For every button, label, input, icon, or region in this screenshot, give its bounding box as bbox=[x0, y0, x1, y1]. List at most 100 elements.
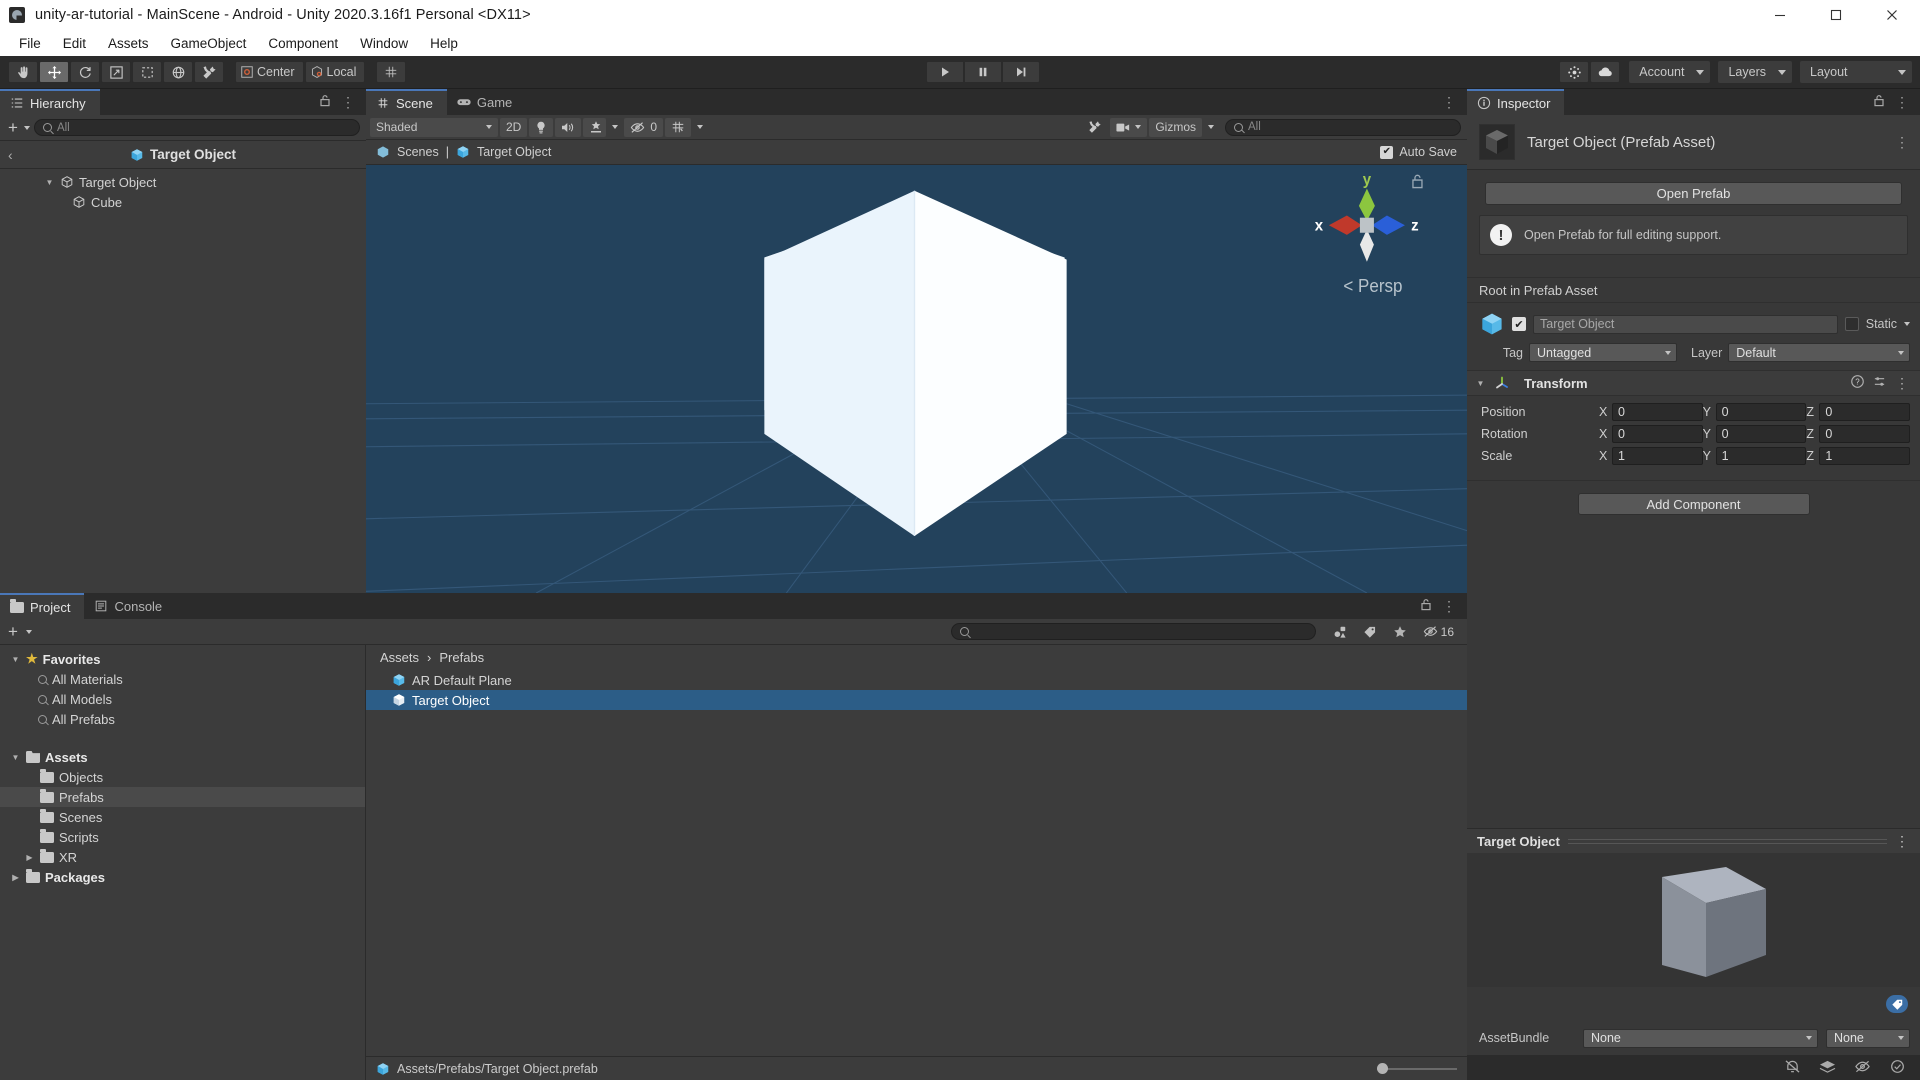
hierarchy-lock-icon[interactable] bbox=[319, 94, 331, 110]
open-prefab-button[interactable]: Open Prefab bbox=[1485, 182, 1902, 205]
project-lock-icon[interactable] bbox=[1420, 598, 1432, 614]
project-tree-scenes[interactable]: Scenes bbox=[0, 807, 365, 827]
assetbundle-variant-dropdown[interactable]: None bbox=[1826, 1028, 1910, 1048]
scene-grid-dropdown[interactable] bbox=[693, 118, 707, 137]
debug-mute-icon[interactable] bbox=[1784, 1059, 1801, 1077]
account-dropdown[interactable]: Account bbox=[1629, 61, 1711, 83]
menu-edit[interactable]: Edit bbox=[52, 33, 97, 54]
scene-search-input[interactable]: All bbox=[1225, 118, 1461, 136]
add-component-button[interactable]: Add Component bbox=[1577, 493, 1810, 515]
breadcrumb-target-object[interactable]: Target Object bbox=[477, 145, 551, 159]
project-tree-scripts[interactable]: Scripts bbox=[0, 827, 365, 847]
prefab-cube-icon[interactable] bbox=[1479, 311, 1505, 337]
scale-tool-button[interactable] bbox=[101, 61, 131, 83]
scene-gizmos-dropdown[interactable] bbox=[1204, 118, 1218, 137]
menu-help[interactable]: Help bbox=[419, 33, 469, 54]
scene-grid-toggle[interactable] bbox=[665, 117, 692, 137]
project-crumb-prefabs[interactable]: Prefabs bbox=[439, 650, 484, 665]
chevron-down-icon[interactable]: ▼ bbox=[10, 753, 21, 762]
tab-hierarchy[interactable]: Hierarchy bbox=[0, 89, 100, 115]
grid-snap-button[interactable] bbox=[376, 61, 407, 83]
hierarchy-item-target-object[interactable]: ▼ Target Object bbox=[0, 172, 366, 192]
chevron-down-icon[interactable] bbox=[1904, 322, 1910, 326]
scene-menu-icon[interactable]: ⋮ bbox=[1442, 95, 1457, 109]
scene-gizmos-toggle[interactable]: Gizmos bbox=[1149, 117, 1202, 137]
position-y-field[interactable]: 0 bbox=[1715, 403, 1807, 421]
menu-file[interactable]: File bbox=[8, 33, 52, 54]
hierarchy-item-cube[interactable]: Cube bbox=[0, 192, 366, 212]
scene-2d-toggle[interactable]: 2D bbox=[500, 117, 528, 137]
pivot-mode-button[interactable]: Center bbox=[235, 61, 304, 83]
tag-dropdown[interactable]: Untagged bbox=[1529, 343, 1677, 362]
static-checkbox[interactable] bbox=[1844, 317, 1859, 331]
project-tree-xr[interactable]: ▶ XR bbox=[0, 847, 365, 867]
cloud-icon[interactable] bbox=[1590, 61, 1621, 83]
position-z-field[interactable]: 0 bbox=[1819, 403, 1911, 421]
debug-layers-icon[interactable] bbox=[1819, 1059, 1836, 1077]
gameobject-name-field[interactable]: Target Object bbox=[1533, 314, 1838, 334]
project-zoom-slider[interactable] bbox=[1377, 1063, 1457, 1075]
project-tree-favorites[interactable]: ▼ ★ Favorites bbox=[0, 649, 365, 669]
chevron-right-icon[interactable]: ▶ bbox=[10, 873, 21, 882]
project-visible-count[interactable]: 16 bbox=[1417, 622, 1460, 641]
auto-save-toggle[interactable]: ✔ Auto Save bbox=[1380, 145, 1457, 159]
chevron-down-icon[interactable] bbox=[23, 125, 30, 130]
scale-z-field[interactable]: 1 bbox=[1819, 447, 1911, 465]
scale-x-field[interactable]: 1 bbox=[1612, 447, 1703, 465]
breadcrumb-scenes[interactable]: Scenes bbox=[397, 145, 439, 159]
project-search-input[interactable] bbox=[950, 623, 1316, 640]
debug-eye-off-icon[interactable] bbox=[1854, 1059, 1871, 1077]
gameobject-enabled-checkbox[interactable]: ✔ bbox=[1512, 317, 1526, 331]
project-filter-type-icon[interactable] bbox=[1327, 622, 1353, 641]
chevron-down-icon[interactable]: ▼ bbox=[44, 178, 55, 187]
debug-check-icon[interactable] bbox=[1889, 1059, 1906, 1077]
inspector-lock-icon[interactable] bbox=[1873, 94, 1885, 110]
services-icon[interactable] bbox=[1559, 61, 1590, 83]
project-tree-objects[interactable]: Objects bbox=[0, 767, 365, 787]
tab-project[interactable]: Project bbox=[0, 593, 85, 619]
tab-scene[interactable]: Scene bbox=[366, 89, 447, 115]
tab-console[interactable]: Console bbox=[84, 593, 176, 619]
close-button[interactable] bbox=[1864, 0, 1920, 30]
rotation-z-field[interactable]: 0 bbox=[1819, 425, 1911, 443]
play-button[interactable] bbox=[926, 61, 965, 83]
scene-tools-icon[interactable] bbox=[1082, 118, 1108, 137]
hand-tool-button[interactable] bbox=[8, 61, 38, 83]
rect-tool-button[interactable] bbox=[132, 61, 162, 83]
maximize-button[interactable] bbox=[1808, 0, 1864, 30]
chevron-down-icon[interactable]: ▼ bbox=[1475, 379, 1486, 388]
scene-lighting-toggle[interactable] bbox=[529, 117, 554, 137]
rotate-tool-button[interactable] bbox=[70, 61, 100, 83]
menu-component[interactable]: Component bbox=[257, 33, 349, 54]
project-tree-all-materials[interactable]: All Materials bbox=[0, 669, 365, 689]
chevron-down-icon[interactable] bbox=[25, 629, 32, 634]
preview-menu-icon[interactable]: ⋮ bbox=[1895, 834, 1910, 848]
minimize-button[interactable] bbox=[1752, 0, 1808, 30]
scene-camera-settings[interactable] bbox=[1110, 117, 1148, 137]
menu-gameobject[interactable]: GameObject bbox=[160, 33, 258, 54]
asset-item-ar-default-plane[interactable]: AR Default Plane bbox=[366, 670, 1467, 690]
custom-tool-button[interactable] bbox=[194, 61, 224, 83]
scene-effects-toggle[interactable] bbox=[583, 117, 607, 137]
pause-button[interactable] bbox=[964, 61, 1003, 83]
project-tree-prefabs[interactable]: Prefabs bbox=[0, 787, 365, 807]
project-add-icon[interactable]: + bbox=[6, 623, 20, 640]
layer-dropdown[interactable]: Default bbox=[1728, 343, 1910, 362]
help-icon[interactable]: ? bbox=[1851, 375, 1864, 391]
step-button[interactable] bbox=[1002, 61, 1041, 83]
scene-draw-mode-dropdown[interactable]: Shaded bbox=[370, 117, 498, 137]
project-tree-packages[interactable]: ▶ Packages bbox=[0, 867, 365, 887]
asset-item-target-object[interactable]: Target Object bbox=[366, 690, 1467, 710]
asset-label-icon[interactable] bbox=[1886, 995, 1908, 1013]
project-filter-label-icon[interactable] bbox=[1357, 622, 1383, 641]
project-filter-favorite-icon[interactable] bbox=[1387, 622, 1413, 641]
scene-viewport[interactable]: y x z < Persp bbox=[366, 165, 1467, 593]
rotation-y-field[interactable]: 0 bbox=[1715, 425, 1807, 443]
assetbundle-dropdown[interactable]: None bbox=[1583, 1028, 1818, 1048]
menu-window[interactable]: Window bbox=[349, 33, 419, 54]
project-tree-all-models[interactable]: All Models bbox=[0, 689, 365, 709]
preset-icon[interactable] bbox=[1873, 375, 1886, 391]
scene-effects-dropdown[interactable] bbox=[608, 118, 622, 137]
layers-dropdown[interactable]: Layers bbox=[1718, 61, 1792, 83]
tab-game[interactable]: Game bbox=[447, 89, 526, 115]
